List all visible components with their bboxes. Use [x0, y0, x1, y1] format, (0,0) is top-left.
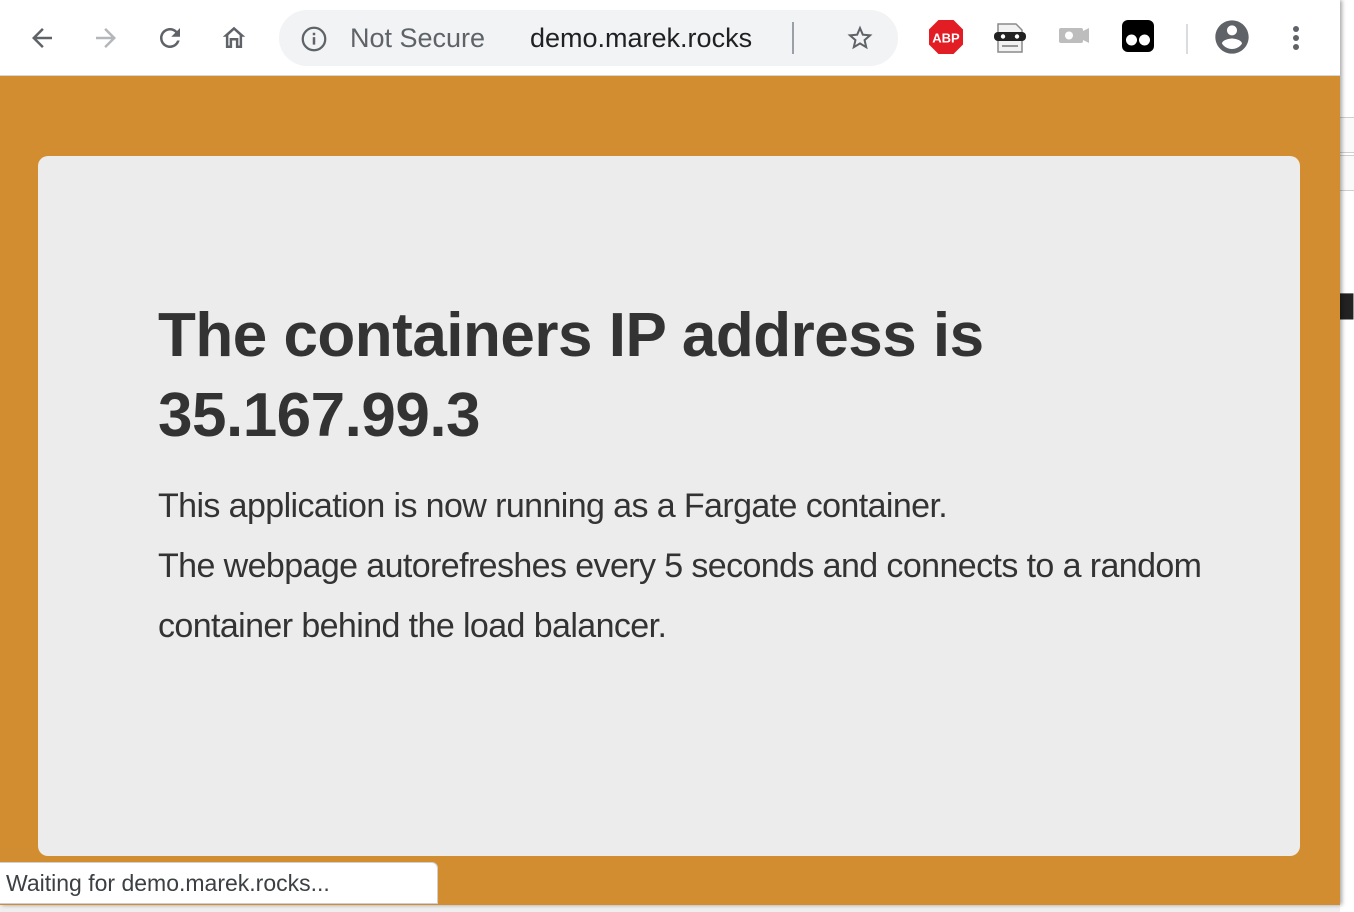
bg-window-field: [1340, 117, 1354, 153]
arrow-left-icon: [32, 28, 52, 48]
page-heading: The containers IP address is 35.167.99.3: [158, 301, 984, 450]
toolbar-separator: [1186, 24, 1188, 54]
security-label[interactable]: Not Secure: [350, 22, 485, 54]
content-card: The containers IP address is 35.167.99.3…: [38, 156, 1300, 856]
status-text: Waiting for demo.marek.rocks...: [6, 870, 330, 896]
three-dot-menu-icon[interactable]: [1280, 20, 1312, 56]
reload-icon: [160, 28, 180, 48]
home-button[interactable]: [210, 14, 258, 62]
browser-toolbar: Not Secure demo.marek.rocks ABP: [0, 0, 1340, 76]
camera-icon[interactable]: [1057, 18, 1091, 52]
adblock-plus-label: ABP: [932, 31, 960, 46]
browser-window: Not Secure demo.marek.rocks ABP The cont…: [0, 0, 1340, 905]
bg-window-field: [1340, 155, 1354, 191]
tampermonkey-icon[interactable]: [1120, 18, 1156, 54]
back-button[interactable]: [18, 14, 66, 62]
omnibox-divider: [792, 22, 794, 54]
info-circle-icon[interactable]: [299, 24, 329, 54]
home-icon: [222, 26, 246, 48]
incognito-mask-icon[interactable]: [992, 18, 1028, 54]
forward-button[interactable]: [82, 14, 130, 62]
address-bar[interactable]: Not Secure demo.marek.rocks: [279, 10, 898, 66]
status-bubble: Waiting for demo.marek.rocks...: [0, 862, 438, 904]
reload-button[interactable]: [146, 14, 194, 62]
arrow-right-icon: [96, 28, 116, 48]
bg-window-text: █: [1340, 295, 1354, 320]
account-circle-icon[interactable]: [1212, 17, 1252, 57]
description-line-2: The webpage autorefreshes every 5 second…: [158, 547, 1202, 645]
url-text[interactable]: demo.marek.rocks: [530, 22, 752, 54]
star-outline-icon[interactable]: [845, 23, 875, 53]
background-window: █: [1340, 0, 1354, 912]
description-line-1: This application is now running as a Far…: [158, 487, 948, 525]
adblock-plus-icon[interactable]: ABP: [927, 18, 965, 56]
